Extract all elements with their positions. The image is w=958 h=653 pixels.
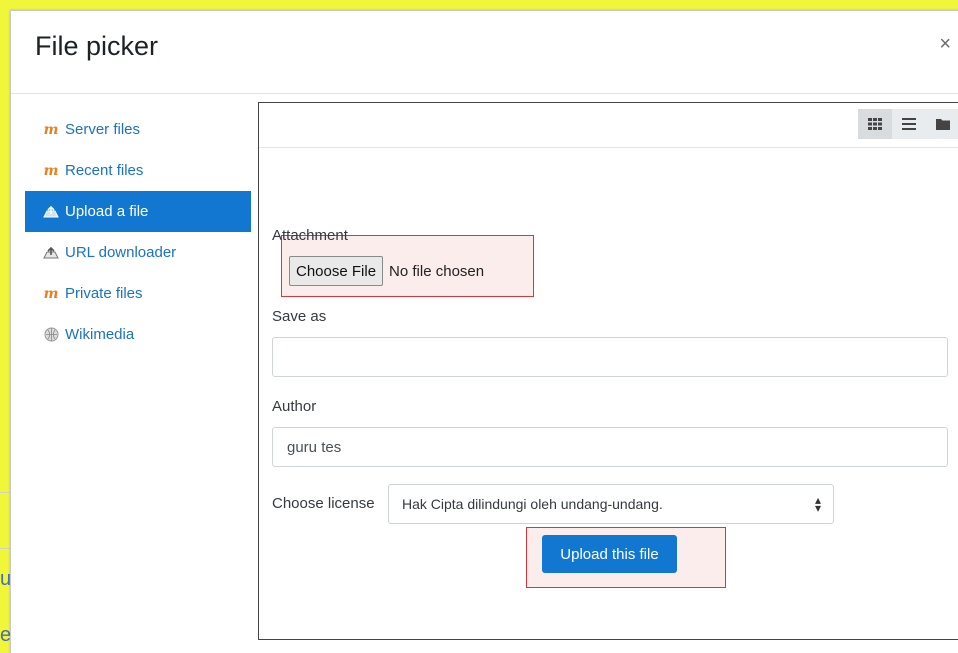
file-picker-dialog: File picker × m Server files m Recent fi… — [10, 10, 958, 653]
sidebar-item-label: Recent files — [65, 162, 144, 179]
moodle-icon: m — [43, 121, 59, 138]
dialog-header: File picker × — [11, 11, 958, 94]
license-label: Choose license — [272, 495, 375, 512]
dialog-title: File picker — [35, 31, 159, 61]
sidebar-item-wikimedia[interactable]: Wikimedia — [25, 314, 251, 355]
grid-view-icon[interactable] — [858, 109, 892, 139]
upload-panel: Attachment Choose File No file chosen Sa… — [258, 102, 958, 640]
save-as-label: Save as — [272, 308, 327, 325]
sidebar-item-label: Server files — [65, 121, 141, 138]
repository-sidebar: m Server files m Recent files Upload a f… — [25, 109, 251, 355]
wikimedia-icon — [43, 327, 59, 343]
url-download-icon — [43, 245, 59, 261]
file-chooser: Choose File No file chosen — [289, 256, 484, 286]
list-view-icon[interactable] — [892, 109, 926, 139]
close-icon[interactable]: × — [939, 33, 951, 56]
license-value: Hak Cipta dilindungi oleh undang-undang. — [402, 496, 663, 512]
attachment-label: Attachment — [272, 227, 348, 244]
sidebar-item-recent-files[interactable]: m Recent files — [25, 150, 251, 191]
upload-icon — [43, 204, 59, 220]
sidebar-item-server-files[interactable]: m Server files — [25, 109, 251, 150]
moodle-icon: m — [43, 162, 59, 179]
save-as-input[interactable] — [272, 337, 948, 377]
sidebar-item-label: Private files — [65, 285, 143, 302]
author-value: guru tes — [287, 438, 342, 456]
author-label: Author — [272, 398, 317, 415]
no-file-status: No file chosen — [389, 262, 485, 280]
choose-file-button[interactable]: Choose File — [289, 256, 384, 286]
view-switcher — [858, 109, 958, 139]
license-select[interactable]: Hak Cipta dilindungi oleh undang-undang.… — [388, 484, 834, 524]
sidebar-item-private-files[interactable]: m Private files — [25, 273, 251, 314]
sidebar-item-upload-file[interactable]: Upload a file — [25, 191, 251, 232]
sidebar-item-label: Upload a file — [65, 203, 149, 220]
author-input[interactable]: guru tes — [272, 427, 948, 467]
sidebar-item-label: URL downloader — [65, 244, 177, 261]
view-toolbar — [259, 103, 958, 148]
upload-file-button[interactable]: Upload this file — [542, 535, 677, 573]
folder-view-icon[interactable] — [926, 109, 958, 139]
moodle-icon: m — [43, 285, 59, 302]
sidebar-item-label: Wikimedia — [65, 326, 135, 343]
sidebar-item-url-downloader[interactable]: URL downloader — [25, 232, 251, 273]
select-caret-icon: ▴ ▾ — [814, 493, 821, 515]
